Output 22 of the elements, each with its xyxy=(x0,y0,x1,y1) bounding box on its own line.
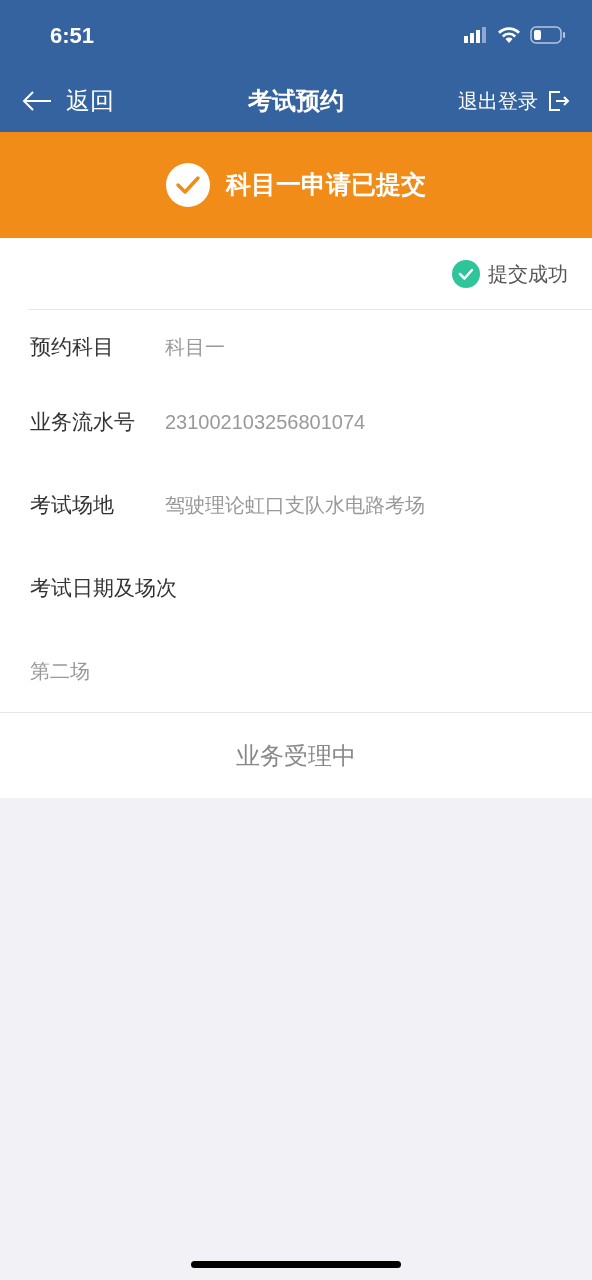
success-check-icon xyxy=(452,259,480,288)
check-circle-icon xyxy=(166,163,210,207)
page-title: 考试预约 xyxy=(248,86,344,116)
session-text: 第二场 xyxy=(30,658,90,684)
wifi-icon xyxy=(498,27,520,43)
status-time: 6:51 xyxy=(50,21,95,50)
success-text: 提交成功 xyxy=(488,261,568,287)
processing-button[interactable]: 业务受理中 xyxy=(236,737,356,774)
signal-icon xyxy=(464,27,488,43)
battery-icon xyxy=(530,26,566,44)
banner-text: 科目一申请已提交 xyxy=(226,169,426,201)
logout-button[interactable]: 退出登录 xyxy=(458,86,570,116)
field-label: 预约科目 xyxy=(30,334,115,361)
field-value: 231002103256801074 xyxy=(165,409,366,435)
logout-icon xyxy=(548,90,570,112)
field-value: 驾驶理论虹口支队水电路考场 xyxy=(165,492,425,518)
back-arrow-icon xyxy=(22,91,52,111)
field-value: 科目一 xyxy=(165,335,225,360)
back-button[interactable]: 返回 xyxy=(22,83,114,119)
field-label: 业务流水号 xyxy=(30,408,136,435)
field-label: 考试日期及场次 xyxy=(30,574,177,601)
field-label: 考试场地 xyxy=(30,491,115,518)
